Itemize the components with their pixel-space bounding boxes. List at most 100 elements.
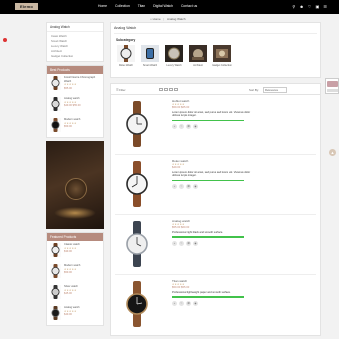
product-price: $55.00 xyxy=(64,86,72,90)
subcategory-image[interactable] xyxy=(213,45,231,62)
list-item[interactable]: Classic watch ★★★★★ $39.00 xyxy=(47,241,103,262)
featured-products-title: Featured Products xyxy=(47,233,103,241)
subcategory-item[interactable]: Luxury Watch xyxy=(164,45,184,67)
category-list: Casio Watch Smart Watch Luxury Watch Arc… xyxy=(47,32,103,61)
product-price: $49.00 xyxy=(64,313,72,317)
subcategory-image[interactable] xyxy=(141,45,159,62)
subcategory-item[interactable]: Smart Watch xyxy=(140,45,160,67)
product-actions: + ♡ ⇄ ◉ xyxy=(172,301,252,306)
product-price: $55.00 $60.00 xyxy=(172,226,190,229)
product-thumbnail[interactable] xyxy=(50,306,61,320)
main-content: Analog Watch Subcategory Rolex Watch Sma… xyxy=(110,22,321,336)
site-logo[interactable]: Elemo xyxy=(15,3,38,10)
product-thumbnail[interactable] xyxy=(50,97,61,111)
list-item[interactable]: Analog watch ★★★★★ $49.00 $55.00 xyxy=(47,95,103,116)
category-item[interactable]: Gadget Collection xyxy=(51,54,99,59)
list-item[interactable]: Fossil Neutra Chronograph Watch ★★★★★ $5… xyxy=(47,74,103,95)
heart-icon[interactable]: ♡ xyxy=(179,184,184,190)
notification-dot[interactable] xyxy=(3,38,7,42)
product-actions: + ♡ ⇄ ◉ xyxy=(172,124,252,130)
scroll-top-button[interactable]: ▲ xyxy=(329,149,336,156)
product-price: $59.00 xyxy=(64,125,72,129)
subcategory-label-text[interactable]: Luxury Watch xyxy=(164,64,184,67)
main-nav: Home Collection Titan Digital Watch Cont… xyxy=(98,4,204,8)
home-icon[interactable]: ⌂ xyxy=(150,17,152,21)
list-item[interactable]: Modern watch ★★★★★ $59.00 xyxy=(47,262,103,283)
category-box: Analog Watch Casio Watch Smart Watch Lux… xyxy=(46,22,104,62)
eye-icon[interactable]: ◉ xyxy=(193,301,198,306)
subcategory-image[interactable] xyxy=(165,45,183,62)
sort-select[interactable]: Relevance xyxy=(263,86,287,93)
heart-icon[interactable]: ♡ xyxy=(179,301,184,306)
user-icon[interactable]: ☻ xyxy=(299,4,303,9)
subcategory-label-text[interactable]: Architect xyxy=(188,64,208,67)
breadcrumb-home[interactable]: Home xyxy=(153,17,161,21)
eye-icon[interactable]: ◉ xyxy=(193,124,198,130)
heart-icon[interactable]: ♡ xyxy=(308,4,312,9)
cart-icon[interactable]: + xyxy=(172,184,177,190)
list-view-icon[interactable] xyxy=(174,88,178,91)
product-info: Modern watch ★★★★★ $59.00 xyxy=(64,264,80,275)
floating-side-tab[interactable] xyxy=(325,78,339,94)
product-description: Lorem ipsum dolor sit amet, sed purus se… xyxy=(172,171,251,178)
list-item[interactable]: Silver watch ★★★★★ $45.00 xyxy=(47,283,103,304)
compare-icon[interactable]: ⇄ xyxy=(186,301,191,306)
product-row: Titan watch ★★★★★ $50.00 $55.00 Professi… xyxy=(115,275,316,335)
search-icon[interactable]: ⚲ xyxy=(292,4,295,9)
subcategory-label-text[interactable]: Gadget Collection xyxy=(212,64,232,67)
product-price: $39.00 xyxy=(64,250,72,254)
promo-banner[interactable] xyxy=(46,141,104,229)
eye-icon[interactable]: ◉ xyxy=(193,241,198,246)
product-image[interactable] xyxy=(123,281,151,327)
compare-icon[interactable]: ⇄ xyxy=(186,241,191,246)
subcategory-item[interactable]: Gadget Collection xyxy=(212,45,232,67)
product-thumbnail[interactable] xyxy=(50,243,61,257)
cart-icon[interactable]: + xyxy=(172,241,177,246)
nav-home[interactable]: Home xyxy=(98,4,107,8)
subcategory-image[interactable] xyxy=(117,45,135,62)
list-view-icon[interactable] xyxy=(169,88,173,91)
product-image[interactable] xyxy=(123,101,151,147)
heart-icon[interactable]: ♡ xyxy=(179,124,184,130)
product-thumbnail[interactable] xyxy=(50,76,61,90)
cart-icon[interactable]: + xyxy=(172,124,177,130)
nav-collection[interactable]: Collection xyxy=(115,4,130,8)
grid-view-icon[interactable] xyxy=(159,88,163,91)
product-image[interactable] xyxy=(123,221,151,267)
product-thumbnail[interactable] xyxy=(50,118,61,132)
eye-icon[interactable]: ◉ xyxy=(193,184,198,190)
product-info: Silver watch ★★★★★ $45.00 xyxy=(64,285,78,296)
list-item[interactable]: Modern watch ★★★★★ $59.00 xyxy=(47,116,103,137)
product-image[interactable] xyxy=(123,161,151,207)
nav-digital-watch[interactable]: Digital Watch xyxy=(153,4,173,8)
filter-label: Filter xyxy=(119,88,126,92)
subcategory-image[interactable] xyxy=(189,45,207,62)
nav-contact[interactable]: Contact us xyxy=(181,4,197,8)
product-thumbnail[interactable] xyxy=(50,285,61,299)
heart-icon[interactable]: ♡ xyxy=(179,241,184,246)
sidebar: Analog Watch Casio Watch Smart Watch Lux… xyxy=(46,22,104,329)
product-thumbnail[interactable] xyxy=(50,264,61,278)
product-price: $59.00 $65.00 xyxy=(172,106,190,109)
subcategory-list: Rolex Watch Smart Watch Luxury Watch Arc… xyxy=(116,45,317,67)
compare-icon[interactable]: ⇄ xyxy=(186,124,191,130)
product-description: Professional right black and smooth surf… xyxy=(172,231,224,234)
grid-view-icon[interactable] xyxy=(164,88,168,91)
category-header: Analog Watch Subcategory Rolex Watch Sma… xyxy=(110,22,321,78)
subcategory-label-text[interactable]: Rolex Watch xyxy=(116,64,136,67)
cart-icon[interactable]: ▣ xyxy=(316,4,320,9)
list-item[interactable]: Analog watch ★★★★★ $49.00 xyxy=(47,304,103,325)
subcategory-label: Subcategory xyxy=(116,38,136,42)
compare-icon[interactable]: ⇄ xyxy=(186,184,191,190)
side-tab-highlight xyxy=(327,81,338,87)
breadcrumb-current: Analog Watch xyxy=(166,17,186,21)
subcategory-label-text[interactable]: Smart Watch xyxy=(140,64,160,67)
menu-icon[interactable]: ☰ xyxy=(323,4,327,9)
subcategory-item[interactable]: Rolex Watch xyxy=(116,45,136,67)
best-products-title: Best Products xyxy=(47,66,103,74)
subcategory-item[interactable]: Architect xyxy=(188,45,208,67)
cart-icon[interactable]: + xyxy=(172,301,177,306)
product-info: Analog watch ★★★★★ $49.00 $55.00 xyxy=(64,97,81,108)
filter-button[interactable]: ☰ Filter xyxy=(116,88,126,92)
nav-titan[interactable]: Titan xyxy=(138,4,145,8)
